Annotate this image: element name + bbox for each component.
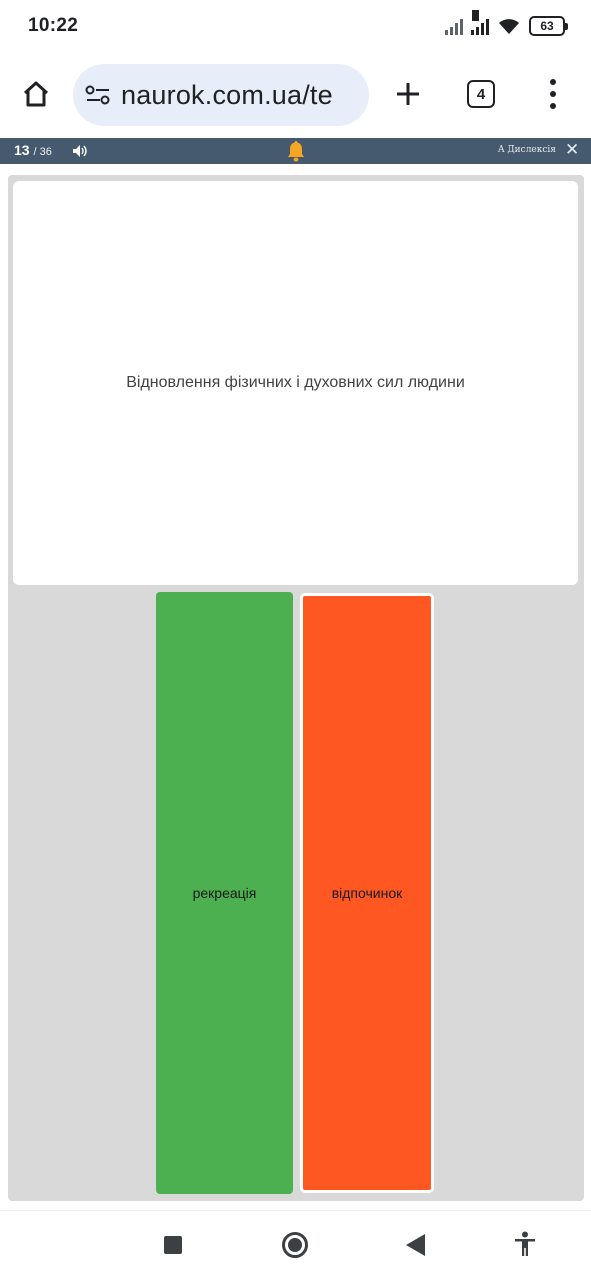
home-nav-button[interactable]: [282, 1232, 308, 1258]
quiz-area: Відновлення фізичних і духовних сил люди…: [8, 175, 584, 1201]
system-nav-bar: [0, 1210, 591, 1280]
tab-switcher-button[interactable]: 4: [467, 80, 495, 108]
answer-option-3[interactable]: відпочинок: [300, 593, 434, 1193]
bell-icon: [288, 141, 304, 162]
question-text: Відновлення фізичних і духовних сил люди…: [126, 374, 465, 391]
more-menu-button[interactable]: [540, 74, 566, 114]
accessibility-icon[interactable]: [513, 1231, 537, 1257]
menu-dot-icon: [550, 103, 556, 109]
answer-option-1[interactable]: [23, 592, 153, 1192]
browser-toolbar: naurok.com.ua/te 4: [0, 58, 591, 134]
home-button[interactable]: [16, 74, 56, 114]
status-bar: 10:22 R 63: [0, 0, 591, 52]
roaming-signal-icon: R: [471, 10, 489, 35]
question-card: Відновлення фізичних і духовних сил люди…: [13, 181, 578, 585]
speaker-icon[interactable]: [72, 144, 90, 158]
battery-icon: 63: [529, 16, 568, 36]
battery-level: 63: [540, 19, 554, 33]
recents-button[interactable]: [164, 1236, 182, 1254]
back-button[interactable]: [406, 1234, 425, 1256]
home-icon: [23, 81, 49, 107]
dyslexia-toggle[interactable]: A Дислексія: [498, 145, 556, 155]
new-tab-button[interactable]: [390, 74, 426, 114]
address-bar[interactable]: naurok.com.ua/te: [73, 64, 369, 126]
wifi-icon: [499, 19, 519, 34]
question-total: / 36: [33, 146, 52, 158]
question-counter: 13 / 36: [14, 142, 52, 158]
status-time: 10:22: [28, 15, 79, 36]
signal-icon: [445, 17, 463, 35]
menu-dot-icon: [550, 79, 556, 85]
menu-dot-icon: [550, 91, 556, 97]
close-icon[interactable]: ✕: [565, 141, 579, 158]
question-number: 13: [14, 142, 30, 158]
quiz-header: 13 / 36 A Дислексія ✕: [0, 138, 591, 164]
url-text: naurok.com.ua/te: [121, 79, 333, 110]
answer-option-2[interactable]: рекреація: [156, 592, 293, 1194]
status-icons: R 63: [445, 10, 568, 36]
site-settings-icon[interactable]: [85, 84, 111, 106]
screen: 10:22 R 63 naurok.com.ua/te 4 13 / 36 A …: [0, 0, 591, 1280]
answer-option-4[interactable]: [444, 592, 574, 1192]
roaming-label: R: [472, 10, 480, 21]
plus-icon: [397, 83, 419, 105]
